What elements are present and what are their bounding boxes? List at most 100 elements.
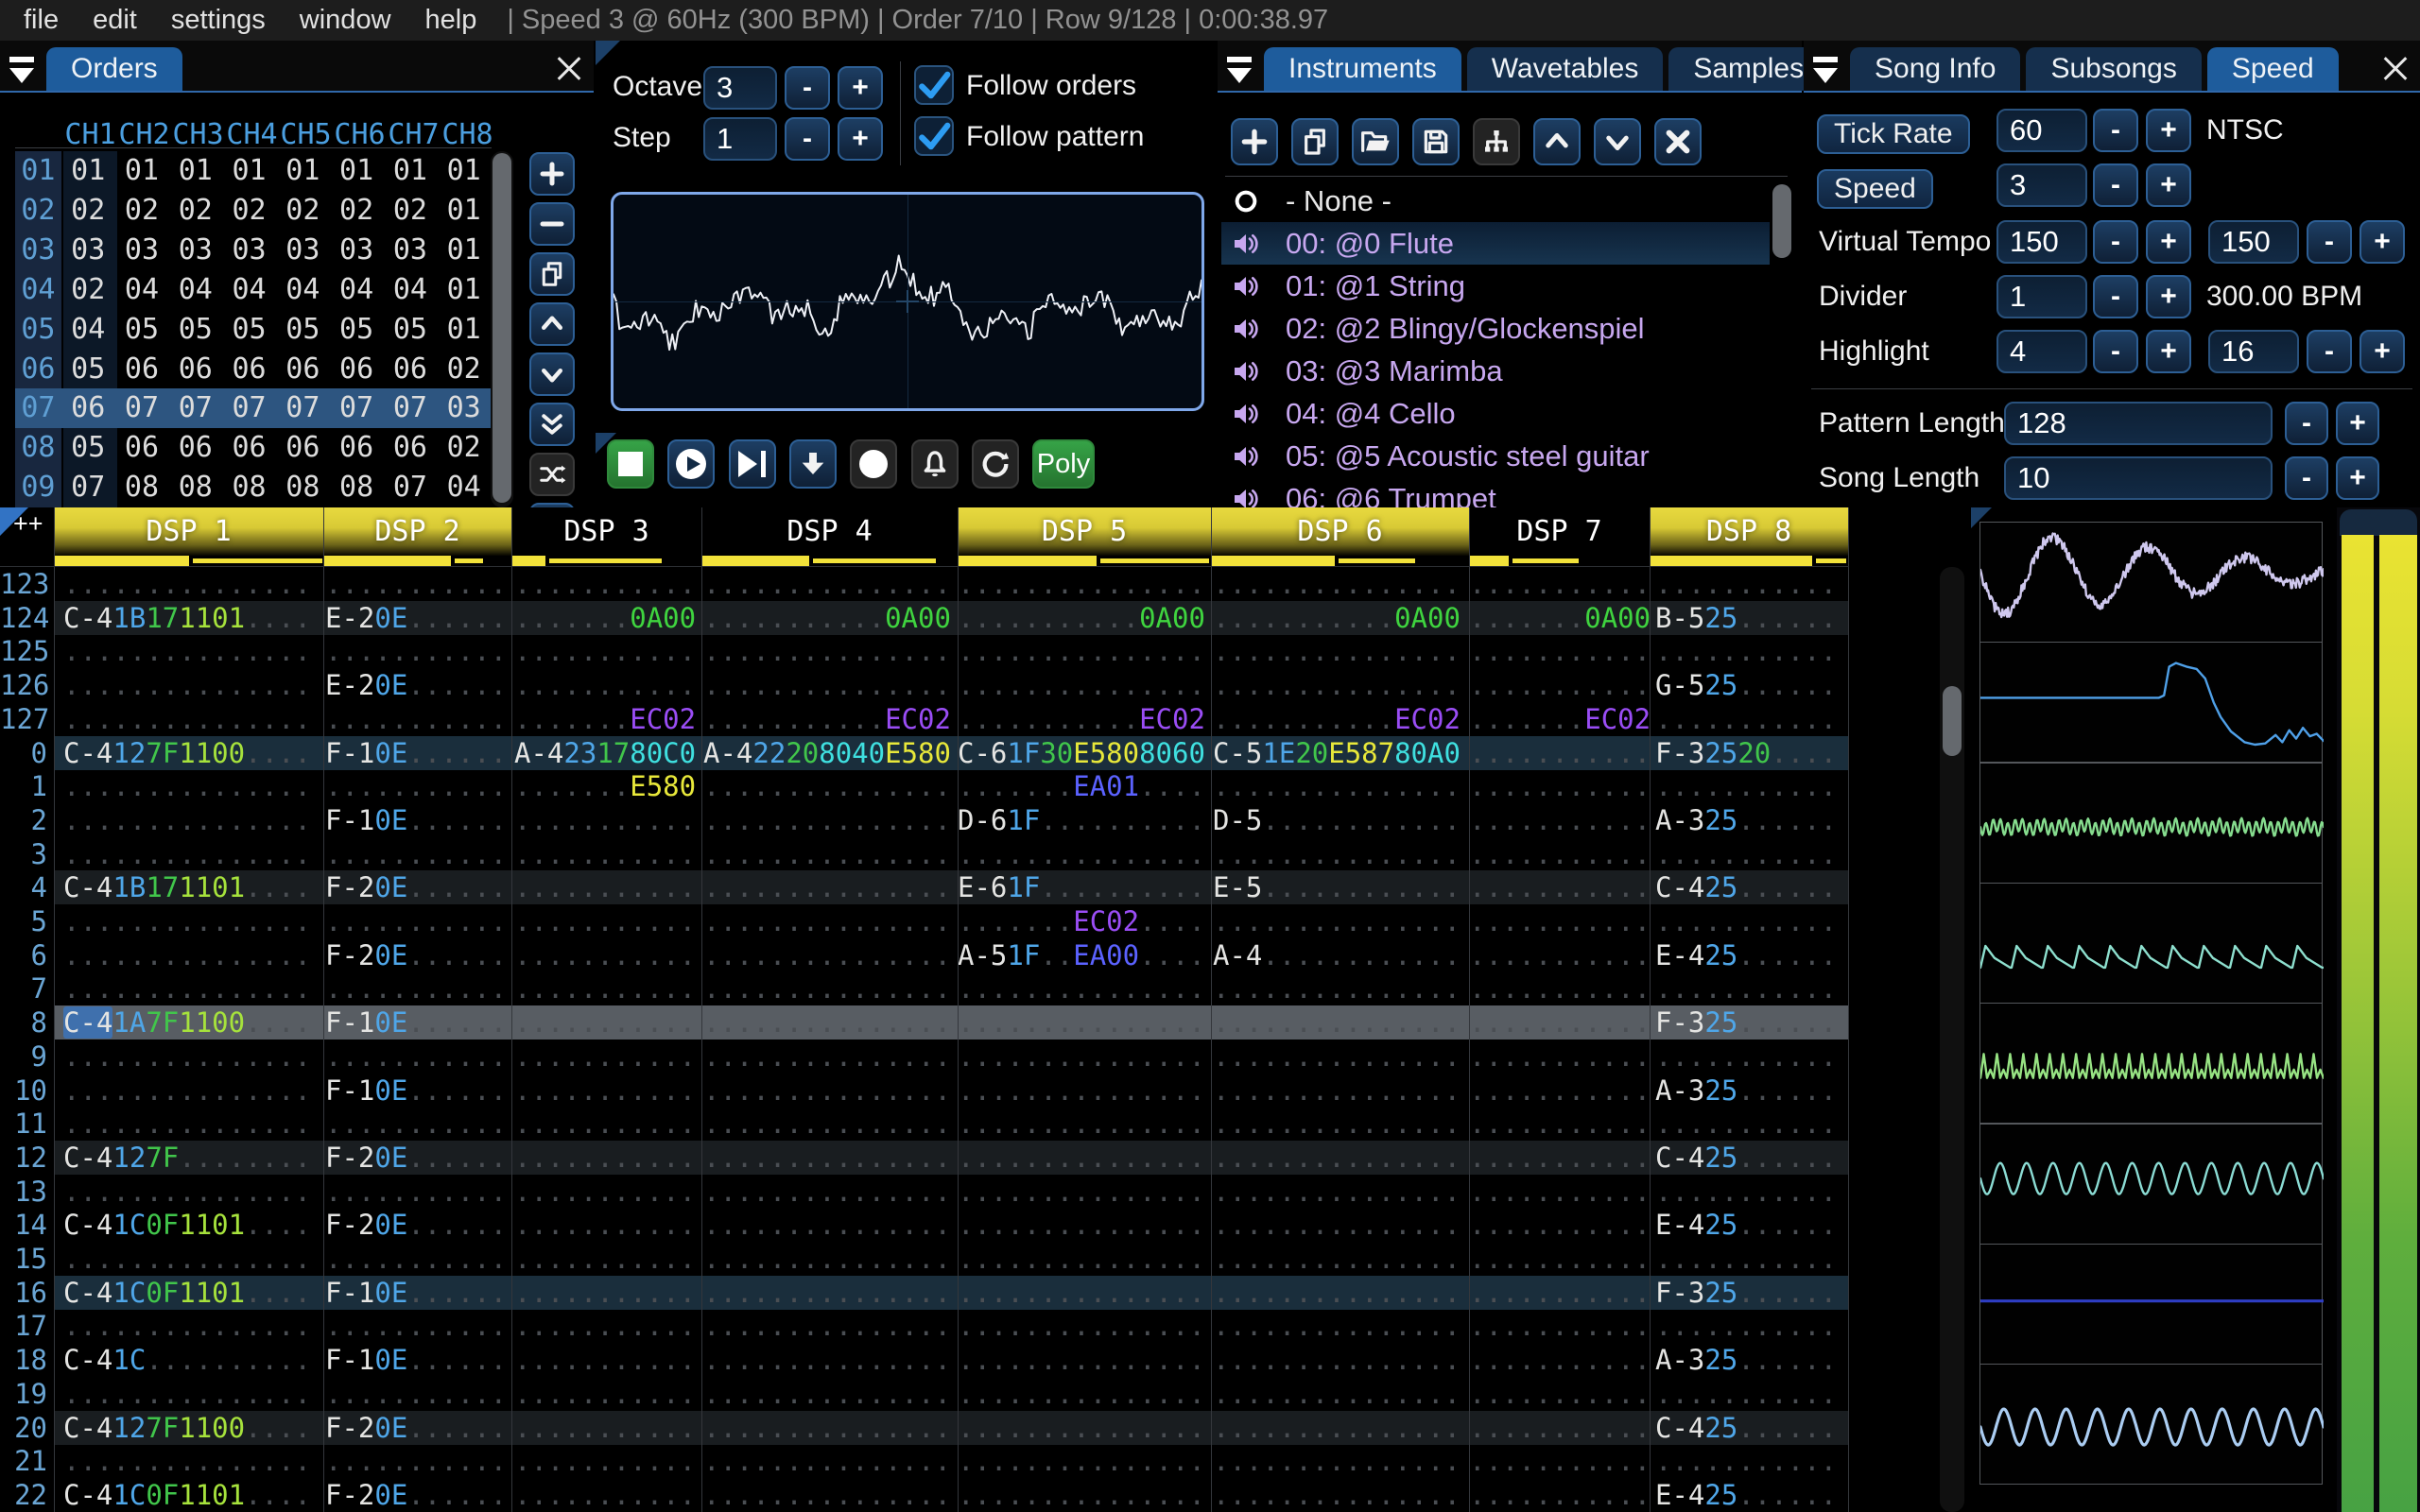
pattern-cell[interactable]: ............... [63,938,333,972]
tab-instruments[interactable]: Instruments [1264,47,1461,91]
pattern-cell[interactable]: ............... [1213,668,1471,702]
orders-cell[interactable]: 02 [61,270,115,310]
pattern-cell[interactable]: ............... [703,904,959,938]
pattern-cell[interactable]: C-41C.......... [63,1343,333,1377]
instrument-item[interactable]: 03: @3 Marimba [1221,350,1770,392]
orders-cell[interactable]: 06 [222,350,276,389]
orders-cell[interactable]: 02 [276,191,330,231]
orders-cell[interactable]: 05 [168,310,222,350]
menu-edit[interactable]: edit [76,5,154,36]
play-button[interactable] [667,439,716,489]
pattern-cell[interactable]: C-4127F1100.... [63,736,333,770]
octave-value[interactable]: 3 [703,66,777,110]
pattern-cell[interactable]: ........... [514,1478,704,1512]
pattern-cell[interactable]: ............... [703,1141,959,1175]
pattern-cell[interactable]: A-4231780C0 [514,736,704,770]
song-length-plus-button[interactable]: + [2336,456,2379,500]
pattern-cell[interactable]: ............... [703,1208,959,1242]
pattern-cell[interactable]: ........... [1469,1478,1651,1512]
pattern-cell[interactable]: ............... [1213,1242,1471,1276]
pattern-cell[interactable]: ...........EC02 [703,702,959,736]
pattern-cell[interactable]: ............... [63,567,333,601]
speed-value[interactable]: 3 [1996,163,2087,207]
pattern-cell[interactable]: ............... [958,1005,1211,1040]
instrument-duplicate-button[interactable] [1291,118,1339,165]
pattern-cell[interactable]: ........... [1469,1309,1651,1343]
highlight-first-plus-button[interactable]: + [2146,330,2191,373]
orders-cell[interactable]: 07 [168,388,222,428]
pattern-cell[interactable]: ........... [1469,1208,1651,1242]
orders-add-button[interactable] [529,152,575,196]
pattern-cell[interactable]: ........... [1469,567,1651,601]
orders-row[interactable]: 06 05 06 06 06 06 06 06 02 [15,350,491,389]
metronome-button[interactable] [910,439,959,489]
orders-row[interactable]: 08 05 06 06 06 06 06 06 02 [15,428,491,468]
pattern-cell[interactable]: ............... [1213,1175,1471,1209]
orders-cell[interactable]: 06 [168,428,222,468]
pattern-cell[interactable]: ........... [514,1040,704,1074]
pattern-cell[interactable]: ........... [325,702,513,736]
pattern-cell[interactable]: C-61F30E5808060 [958,736,1211,770]
pattern-cell[interactable]: ............... [958,1242,1211,1276]
tick-rate-minus-button[interactable]: - [2093,109,2138,152]
pattern-length-minus-button[interactable]: - [2285,402,2328,445]
pattern-cell[interactable]: F-10E...... [325,803,513,837]
pattern-cell[interactable]: ............... [63,1074,333,1108]
pattern-cell[interactable]: F-32520.... [1655,736,1854,770]
pattern-cell[interactable]: .......EC02.... [958,904,1211,938]
pattern-cell[interactable]: .......EA01.... [958,769,1211,803]
pattern-cell[interactable]: ........... [1469,634,1651,668]
song-length-value[interactable]: 10 [2004,456,2273,500]
orders-cell[interactable]: 02 [222,191,276,231]
follow-pattern-checkbox[interactable] [914,116,954,156]
pattern-cell[interactable]: ............... [703,1005,959,1040]
pattern-cell[interactable]: ........... [325,634,513,668]
highlight-second-minus-button[interactable]: - [2307,330,2352,373]
virtual-tempo-denominator[interactable]: 150 [2208,220,2299,264]
orders-row[interactable]: 02 02 02 02 02 02 02 02 01 [15,191,491,231]
pattern-cell[interactable]: ............... [1213,769,1471,803]
pattern-cell[interactable]: ........... [1469,1444,1651,1478]
pattern-cell[interactable]: ........... [1469,1107,1651,1141]
orders-cell[interactable]: 01 [384,151,438,191]
orders-cell[interactable]: 05 [115,310,169,350]
orders-cell[interactable]: 07 [61,468,115,507]
pattern-cell[interactable]: ............... [63,1444,333,1478]
virtual-tempo-num-plus-button[interactable]: + [2146,220,2191,264]
orders-cell[interactable]: 07 [115,388,169,428]
pattern-cell[interactable]: ............... [703,769,959,803]
pattern-cell[interactable]: ........... [1655,1175,1854,1209]
pattern-cell[interactable]: A-51F..EA00.... [958,938,1211,972]
pattern-cell[interactable]: ............... [958,1377,1211,1411]
pattern-cell[interactable]: ............... [1213,971,1471,1005]
pattern-cell[interactable]: ............... [958,971,1211,1005]
orders-cell[interactable]: 06 [276,350,330,389]
channel-header[interactable]: DSP 5 [958,507,1211,556]
pattern-cell[interactable]: .......0A00 [514,601,704,635]
pattern-cell[interactable]: D-61F.......... [958,803,1211,837]
tick-rate-label[interactable]: Tick Rate [1817,114,1970,154]
orders-cell[interactable]: 03 [384,231,438,270]
octave-plus-button[interactable]: + [838,66,883,110]
instrument-move-down-button[interactable] [1594,118,1641,165]
step-minus-button[interactable]: - [785,117,830,161]
pattern-cell[interactable]: ........... [514,837,704,871]
pattern-cell[interactable]: C-41C0F1101.... [63,1208,333,1242]
pattern-cell[interactable]: ............... [958,1141,1211,1175]
orders-cell[interactable]: 03 [437,388,491,428]
orders-duplicate-end-button[interactable] [529,403,575,446]
pattern-cell[interactable]: F-325...... [1655,1276,1854,1310]
pattern-cell[interactable]: ............... [703,1276,959,1310]
pattern-cell[interactable]: ............... [703,1107,959,1141]
orders-cell[interactable]: 04 [168,270,222,310]
pattern-cell[interactable]: .......E580 [514,769,704,803]
pattern-cell[interactable]: ............... [958,634,1211,668]
pattern-cell[interactable]: ............... [958,1074,1211,1108]
orders-cell[interactable]: 02 [168,191,222,231]
orders-cell[interactable]: 06 [168,350,222,389]
highlight-second-plus-button[interactable]: + [2360,330,2405,373]
orders-cell[interactable]: 03 [222,231,276,270]
pattern-cell[interactable]: ............... [703,837,959,871]
orders-cell[interactable]: 06 [384,350,438,389]
pattern-cell[interactable]: ............... [958,1276,1211,1310]
